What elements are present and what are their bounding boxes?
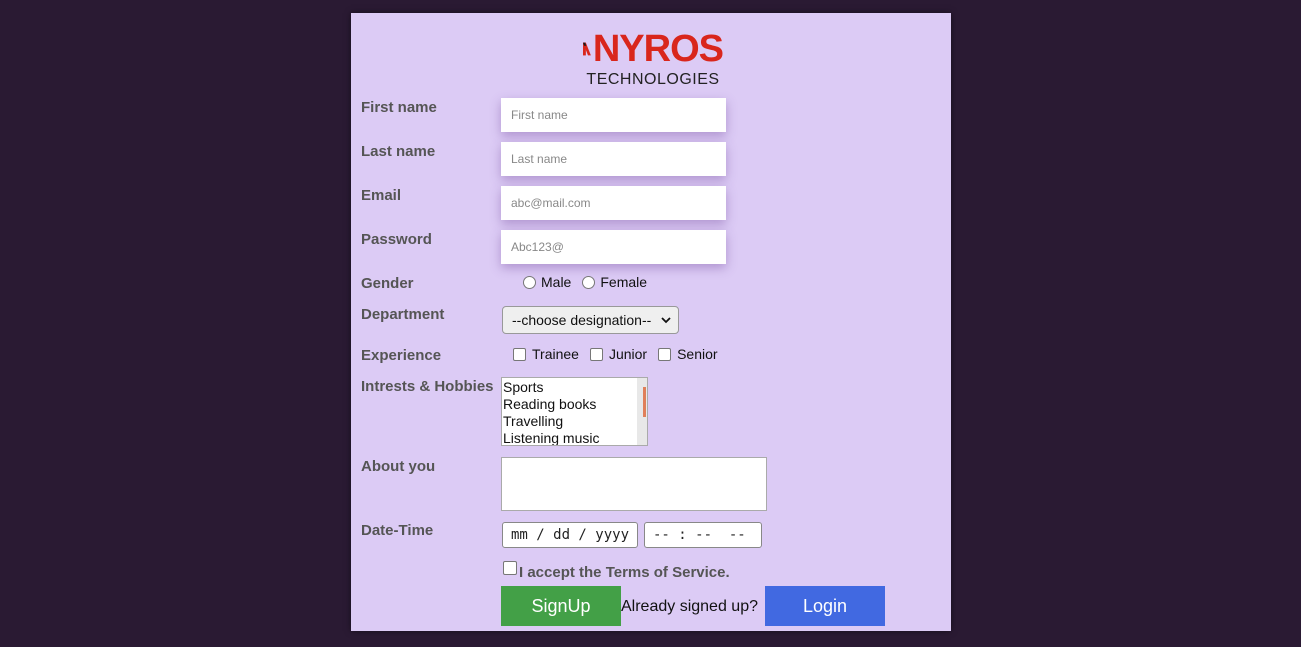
password-input[interactable] xyxy=(501,230,726,264)
experience-checkbox-group: Trainee Junior Senior xyxy=(513,346,729,362)
junior-label: Junior xyxy=(608,346,648,362)
list-item[interactable]: Travelling xyxy=(502,413,600,430)
department-selected-value: --choose designation-- xyxy=(512,312,652,328)
experience-option-junior[interactable]: Junior xyxy=(589,346,648,362)
interests-label: Intrests & Hobbies xyxy=(361,378,494,395)
first-name-label: First name xyxy=(361,99,437,116)
scrollbar-thumb[interactable] xyxy=(643,387,646,417)
department-select[interactable]: --choose designation-- xyxy=(502,306,679,334)
interests-listbox[interactable]: Sports Reading books Travelling Listenin… xyxy=(501,377,648,446)
trainee-label: Trainee xyxy=(532,346,579,362)
experience-option-trainee[interactable]: Trainee xyxy=(513,346,579,362)
logo-subtitle: TECHNOLOGIES xyxy=(586,71,720,88)
chevron-down-icon xyxy=(661,317,671,324)
senior-label: Senior xyxy=(677,346,718,362)
login-button[interactable]: Login xyxy=(765,586,885,626)
email-input[interactable] xyxy=(501,186,726,220)
signup-button[interactable]: SignUp xyxy=(501,586,621,626)
logo-mark-icon xyxy=(583,42,591,56)
listbox-scrollbar[interactable] xyxy=(637,378,647,445)
password-label: Password xyxy=(361,231,432,248)
terms-label: I accept the Terms of Service. xyxy=(519,564,730,581)
trainee-checkbox[interactable] xyxy=(513,347,526,361)
gender-option-female[interactable]: Female xyxy=(582,274,647,290)
male-label: Male xyxy=(541,274,572,290)
male-radio[interactable] xyxy=(523,275,536,289)
last-name-label: Last name xyxy=(361,143,436,160)
experience-label: Experience xyxy=(361,347,442,364)
company-logo: NYROS TECHNOLOGIES xyxy=(583,27,724,91)
logo-wordmark: NYROS xyxy=(592,28,724,70)
junior-checkbox[interactable] xyxy=(589,347,603,361)
experience-option-senior[interactable]: Senior xyxy=(658,346,718,362)
date-input[interactable]: mm / dd / yyyy xyxy=(502,522,638,548)
signup-card: NYROS TECHNOLOGIES First name Last name … xyxy=(351,13,951,631)
list-item[interactable]: Sports xyxy=(502,379,600,396)
gender-radio-group: Male Female xyxy=(523,274,658,290)
terms-row: I accept the Terms of Service. xyxy=(503,560,730,581)
time-input[interactable]: -- : -- -- xyxy=(644,522,762,548)
female-radio[interactable] xyxy=(582,275,596,289)
gender-option-male[interactable]: Male xyxy=(523,274,571,290)
list-item[interactable]: Reading books xyxy=(502,396,600,413)
terms-checkbox[interactable] xyxy=(503,561,517,575)
about-textarea[interactable] xyxy=(501,457,767,511)
senior-checkbox[interactable] xyxy=(658,347,672,361)
datetime-label: Date-Time xyxy=(361,522,434,539)
already-signed-up-text: Already signed up? xyxy=(621,598,758,615)
department-label: Department xyxy=(361,306,445,323)
female-label: Female xyxy=(600,274,648,290)
email-label: Email xyxy=(361,187,402,204)
list-item[interactable]: Listening music xyxy=(502,430,600,445)
gender-label: Gender xyxy=(361,275,414,292)
last-name-input[interactable] xyxy=(501,142,726,176)
first-name-input[interactable] xyxy=(501,98,726,132)
about-label: About you xyxy=(361,458,436,475)
